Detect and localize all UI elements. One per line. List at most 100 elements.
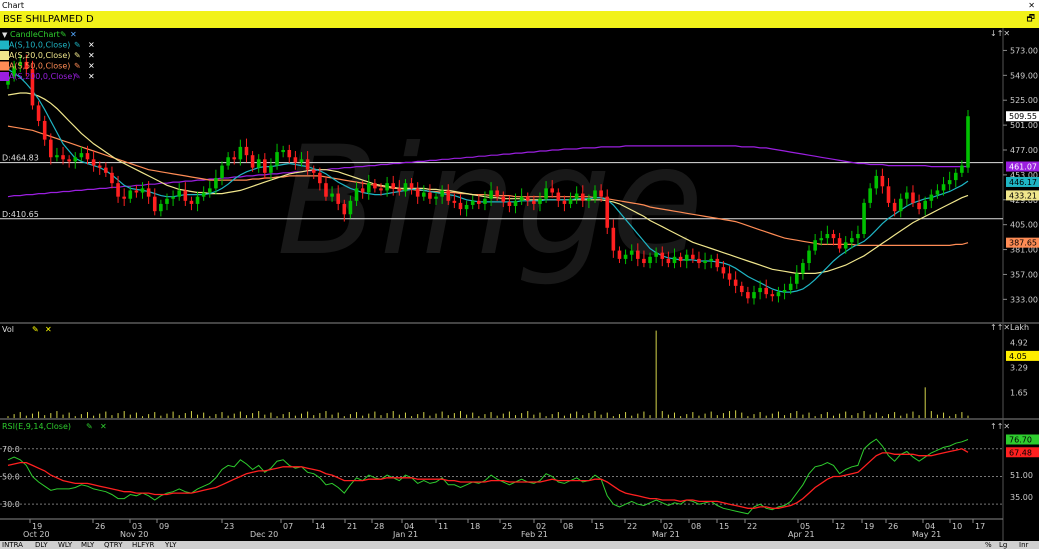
candle-body <box>207 188 212 193</box>
candle-body <box>324 183 328 197</box>
legend-item-label[interactable]: CandleChart <box>10 30 60 39</box>
candle-body <box>831 234 836 239</box>
edit-pencil-icon[interactable]: ✎ <box>60 30 67 39</box>
candle-body <box>140 188 145 193</box>
panel-controls-icon[interactable]: ↑↑✕ <box>990 323 1010 332</box>
timeframe-button-dly[interactable]: DLY <box>35 541 48 549</box>
x-day-label: 19 <box>864 522 874 531</box>
rsi-left-tick-label: 70.0 <box>2 445 20 454</box>
candle-body <box>366 183 371 193</box>
edit-pencil-icon[interactable]: ✎ <box>74 62 81 71</box>
edit-pencil-icon[interactable]: ✎ <box>74 51 81 60</box>
edit-pencil-icon[interactable]: ✎ <box>74 72 81 81</box>
candle-body <box>599 190 603 197</box>
candle-body <box>397 188 402 192</box>
remove-x-icon[interactable]: ✕ <box>70 30 77 39</box>
candle-body <box>226 157 230 166</box>
price-tick-label: 525.00 <box>1010 96 1038 105</box>
candle-body <box>947 180 952 185</box>
legend-item-label[interactable]: MA(S,50,0,Close) <box>2 62 70 71</box>
candle-body <box>122 196 126 199</box>
scale-option-percent[interactable]: % <box>985 541 992 549</box>
timeframe-button-mly[interactable]: MLY <box>81 541 94 549</box>
candle-body <box>746 292 750 299</box>
chart-area[interactable]: Binge 573.00549.00525.00501.00477.00453.… <box>0 28 1039 541</box>
window-title: Chart <box>2 1 24 10</box>
candle-body <box>409 183 414 189</box>
legend: ▼ CandleChart ✎ ✕MA(S,10,0,Close) ✎ ✕MA(S,20,… <box>0 30 95 81</box>
timeframe-button-yly[interactable]: YLY <box>165 541 177 549</box>
x-day-label: 08 <box>563 522 573 531</box>
edit-pencil-icon[interactable]: ✎ <box>86 422 93 431</box>
timeframe-button-hlfyr[interactable]: HLFYR <box>132 541 154 549</box>
candle-body <box>703 260 707 264</box>
price-tick-label: 477.00 <box>1010 146 1038 155</box>
candle-body <box>550 188 555 193</box>
price-tick-label: 405.00 <box>1010 221 1038 230</box>
scale-option-inr[interactable]: Inr <box>1019 541 1028 549</box>
panel-controls-icon[interactable]: ↑↑✕ <box>990 422 1010 431</box>
candle-body <box>642 258 646 264</box>
candle-body <box>165 198 169 204</box>
legend-item-label[interactable]: MA(S,10,0,Close) <box>2 41 70 50</box>
candle-body <box>483 198 487 204</box>
rsi-left-tick-label: 50.0 <box>2 472 20 481</box>
candle-body <box>556 192 561 201</box>
candle-body <box>91 159 96 166</box>
candle-body <box>960 165 964 173</box>
candle-body <box>201 192 206 197</box>
candle-body <box>220 165 224 178</box>
panel-controls-icon[interactable]: ↓↑✕ <box>990 29 1010 38</box>
candle-body <box>159 203 163 212</box>
candle-body <box>587 198 591 201</box>
remove-x-icon[interactable]: ✕ <box>88 51 95 60</box>
candle-body <box>452 200 457 203</box>
price-tick-label: 333.00 <box>1010 295 1038 304</box>
price-badge-label: 446.17 <box>1009 178 1037 187</box>
x-month-label: Apr 21 <box>788 530 815 539</box>
candle-body <box>336 193 340 204</box>
candle-body <box>776 292 781 297</box>
candle-body <box>525 196 530 201</box>
candle-body <box>348 200 353 215</box>
remove-x-icon[interactable]: ✕ <box>45 325 52 334</box>
collapse-arrow-icon[interactable]: ▼ <box>2 31 8 39</box>
remove-x-icon[interactable]: ✕ <box>88 62 95 71</box>
candle-body <box>905 192 909 199</box>
edit-pencil-icon[interactable]: ✎ <box>32 325 39 334</box>
x-day-label: 21 <box>347 522 357 531</box>
legend-item-label[interactable]: MA(S,20,0,Close) <box>2 51 70 60</box>
volume-panel: Vol ✎ ✕ Lakh 4.92 3.29 1.65 4.05 ↑↑✕ <box>2 323 1039 418</box>
edit-pencil-icon[interactable]: ✎ <box>74 41 81 50</box>
volume-tick-label: 1.65 <box>1010 389 1028 398</box>
remove-x-icon[interactable]: ✕ <box>88 41 95 50</box>
candle-body <box>373 183 377 189</box>
x-day-label: 23 <box>224 522 234 531</box>
candle-body <box>379 188 383 191</box>
scale-option-lg[interactable]: Lg <box>999 541 1007 549</box>
candle-body <box>489 190 493 199</box>
candle-body <box>495 190 499 197</box>
candle-body <box>354 188 359 201</box>
bottom-toolbar: INTRA DLY WLY MLY QTRY HLFYR YLY% Lg Inr <box>0 541 1039 549</box>
timeframe-button-intra[interactable]: INTRA <box>2 541 23 549</box>
timeframe-button-qtry[interactable]: QTRY <box>104 541 122 549</box>
candle-body <box>477 200 481 204</box>
volume-title: Vol <box>2 325 14 334</box>
rsi-right-tick-label: 35.00 <box>1010 493 1033 502</box>
legend-item-label[interactable]: MA(S,200,0,Close) <box>2 72 75 81</box>
candle-body <box>128 190 133 199</box>
candle-body <box>593 190 597 199</box>
candle-body <box>666 258 671 264</box>
remove-x-icon[interactable]: ✕ <box>100 422 107 431</box>
candle-body <box>464 204 469 210</box>
candle-body <box>428 192 432 199</box>
candle-body <box>892 202 897 212</box>
candle-body <box>605 196 610 228</box>
timeframe-button-wly[interactable]: WLY <box>58 541 72 549</box>
remove-x-icon[interactable]: ✕ <box>88 72 95 81</box>
x-day-label: 26 <box>95 522 105 531</box>
close-window-icon[interactable]: ✕ <box>1028 0 1035 11</box>
restore-window-icon[interactable]: 🗗 <box>1027 11 1035 28</box>
x-month-label: Nov 20 <box>120 530 148 539</box>
